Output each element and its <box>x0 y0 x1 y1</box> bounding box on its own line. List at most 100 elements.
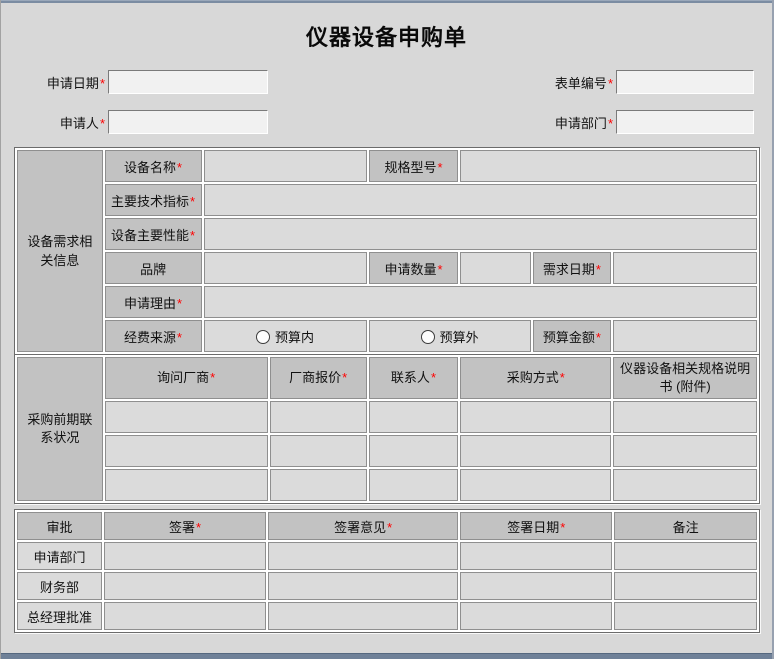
required-mark: * <box>190 227 196 243</box>
budget-out-cell: 预算外 <box>368 320 531 352</box>
approval-cell[interactable] <box>460 572 613 600</box>
procurement-cell[interactable] <box>104 401 268 434</box>
sign-opinion-header: 签署意见* <box>268 512 459 540</box>
device-name-header: 设备名称* <box>104 150 202 182</box>
page-title: 仪器设备申购单 <box>305 25 467 50</box>
funding-source-header: 经费来源* <box>104 320 202 352</box>
equipment-section-label: 设备需求相关信息 <box>17 150 103 352</box>
approval-table: 审批 签署* 签署意见* 签署日期* 备注 申请部门 财务部 总经理批准 <box>14 509 760 633</box>
window-bottom-bar <box>1 653 772 659</box>
approval-row-label: 申请部门 <box>17 542 103 570</box>
procurement-cell[interactable] <box>460 435 612 468</box>
need-date-header: 需求日期* <box>532 252 612 284</box>
required-mark: * <box>607 75 613 91</box>
apply-dept-field: 申请部门* <box>529 110 754 134</box>
procurement-cell[interactable] <box>269 469 367 502</box>
budget-in-cell: 预算内 <box>203 320 367 352</box>
applicant-input[interactable] <box>108 110 268 134</box>
required-mark: * <box>595 261 601 277</box>
required-mark: * <box>560 519 566 535</box>
procurement-cell[interactable] <box>368 401 459 434</box>
required-mark: * <box>177 159 183 175</box>
approval-cell[interactable] <box>460 602 613 630</box>
apply-date-field: 申请日期* <box>21 70 268 94</box>
required-mark: * <box>342 370 348 386</box>
procurement-cell[interactable] <box>269 401 367 434</box>
applicant-field: 申请人* <box>21 110 268 134</box>
tech-specs-cell[interactable] <box>203 184 757 216</box>
required-mark: * <box>99 75 105 91</box>
radio-icon <box>420 329 435 344</box>
approval-cell[interactable] <box>104 602 267 630</box>
quantity-header: 申请数量* <box>368 252 459 284</box>
procurement-cell[interactable] <box>613 435 757 468</box>
brand-header: 品牌 <box>104 252 202 284</box>
signature-header: 签署* <box>104 512 267 540</box>
form-no-input[interactable] <box>616 70 754 94</box>
required-mark: * <box>177 329 183 345</box>
required-mark: * <box>177 295 183 311</box>
device-name-cell[interactable] <box>203 150 367 182</box>
brand-cell[interactable] <box>203 252 367 284</box>
procurement-section-label: 采购前期联系状况 <box>17 357 103 502</box>
budget-out-radio[interactable]: 预算外 <box>420 329 479 345</box>
apply-date-input[interactable] <box>108 70 268 94</box>
procurement-cell[interactable] <box>104 435 268 468</box>
performance-header: 设备主要性能* <box>104 218 202 250</box>
procurement-cell[interactable] <box>613 469 757 502</box>
remarks-header: 备注 <box>614 512 757 540</box>
contact-person-header: 联系人* <box>368 357 459 400</box>
vendor-quote-header: 厂商报价* <box>269 357 367 400</box>
spec-manual-header: 仪器设备相关规格说明书 (附件) <box>613 357 757 400</box>
vendor-inquiry-header: 询问厂商* <box>104 357 268 400</box>
budget-amount-cell[interactable] <box>613 320 757 352</box>
procurement-cell[interactable] <box>104 469 268 502</box>
required-mark: * <box>99 115 105 131</box>
equipment-info-table: 设备需求相关信息 设备名称* 规格型号* 主要技术指标* 设备主要性能* 品牌 … <box>14 147 760 355</box>
procurement-table: 采购前期联系状况 询问厂商* 厂商报价* 联系人* 采购方式* 仪器设备相关规格… <box>14 354 760 505</box>
required-mark: * <box>437 159 443 175</box>
apply-dept-input[interactable] <box>616 110 754 134</box>
approval-cell[interactable] <box>104 572 267 600</box>
quantity-cell[interactable] <box>460 252 531 284</box>
required-mark: * <box>595 329 601 345</box>
required-mark: * <box>559 370 565 386</box>
budget-amount-header: 预算金额* <box>532 320 612 352</box>
approval-cell[interactable] <box>268 602 459 630</box>
budget-in-radio[interactable]: 预算内 <box>256 329 314 345</box>
form-no-field: 表单编号* <box>529 70 754 94</box>
approval-cell[interactable] <box>614 542 757 570</box>
required-mark: * <box>196 519 202 535</box>
procurement-cell[interactable] <box>613 401 757 434</box>
required-mark: * <box>210 370 216 386</box>
approval-cell[interactable] <box>268 542 459 570</box>
procurement-cell[interactable] <box>460 469 612 502</box>
need-date-cell[interactable] <box>613 252 757 284</box>
applicant-label: 申请人* <box>59 115 105 131</box>
approval-row-label: 财务部 <box>17 572 103 600</box>
spec-model-header: 规格型号* <box>368 150 459 182</box>
spec-model-cell[interactable] <box>460 150 757 182</box>
procurement-cell[interactable] <box>460 401 612 434</box>
form-no-label: 表单编号* <box>554 75 613 91</box>
tech-specs-header: 主要技术指标* <box>104 184 202 216</box>
performance-cell[interactable] <box>203 218 757 250</box>
approval-corner-header: 审批 <box>17 512 103 540</box>
approval-cell[interactable] <box>460 542 613 570</box>
window-top-bar <box>1 0 772 3</box>
approval-cell[interactable] <box>104 542 267 570</box>
radio-label: 预算外 <box>439 329 479 345</box>
approval-row-label: 总经理批准 <box>17 602 103 630</box>
procurement-cell[interactable] <box>368 435 459 468</box>
apply-date-label: 申请日期* <box>46 75 105 91</box>
reason-cell[interactable] <box>203 286 757 318</box>
apply-dept-label: 申请部门* <box>554 115 613 131</box>
radio-icon <box>256 329 271 344</box>
approval-cell[interactable] <box>268 572 459 600</box>
required-mark: * <box>437 261 443 277</box>
procurement-cell[interactable] <box>368 469 459 502</box>
approval-cell[interactable] <box>614 572 757 600</box>
required-mark: * <box>607 115 613 131</box>
procurement-cell[interactable] <box>269 435 367 468</box>
approval-cell[interactable] <box>614 602 757 630</box>
